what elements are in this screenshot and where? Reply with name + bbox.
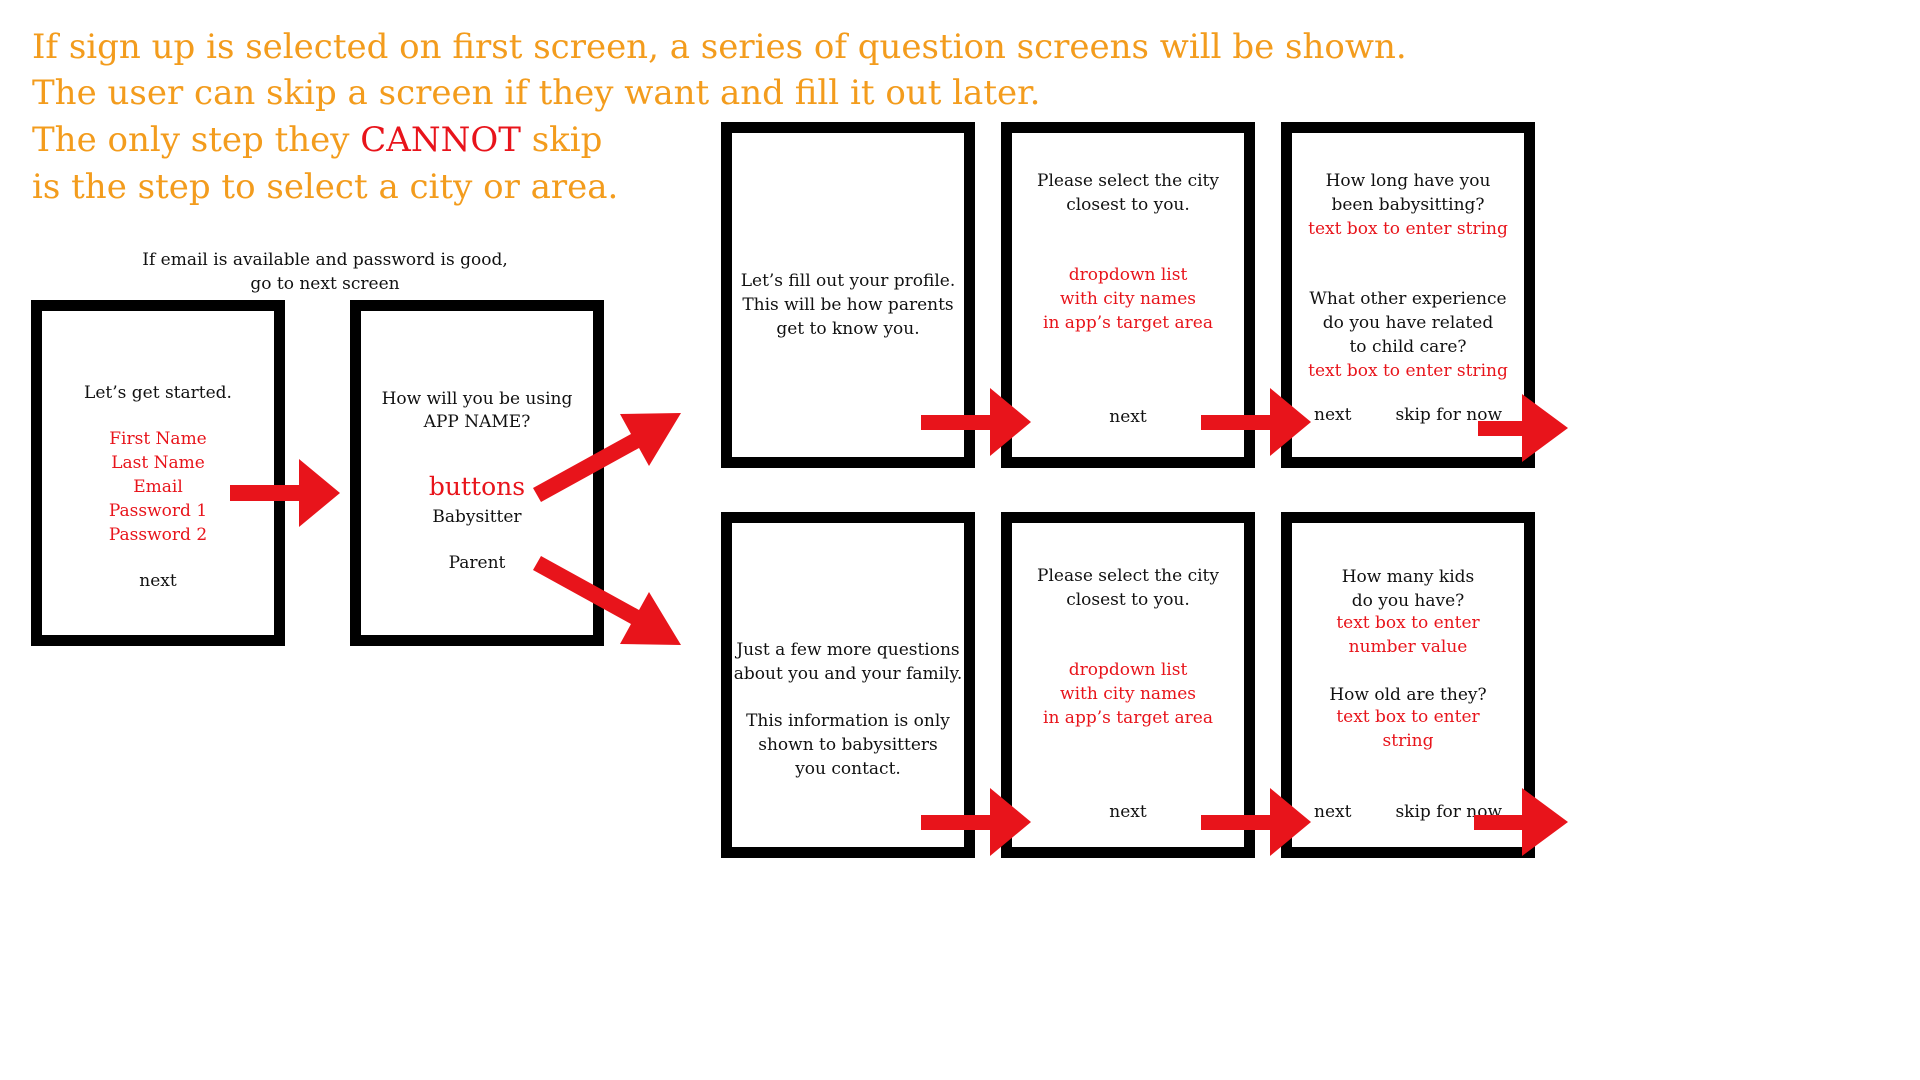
arrow-parent-city-to-kids <box>1201 788 1311 856</box>
arrow-sitter-experience-continue <box>1478 394 1568 462</box>
arrow-sitter-intro-to-city <box>921 388 1031 456</box>
arrow-signup-to-role <box>230 459 340 527</box>
flow-arrows <box>230 388 1568 856</box>
arrow-parent-intro-to-city <box>921 788 1031 856</box>
arrow-role-to-parent <box>533 556 681 645</box>
arrow-parent-kids-continue <box>1474 788 1568 856</box>
arrow-sitter-city-to-experience <box>1201 388 1311 456</box>
onboarding-flow-diagram: If sign up is selected on first screen, … <box>0 0 1568 884</box>
arrow-role-to-babysitter <box>533 413 681 502</box>
